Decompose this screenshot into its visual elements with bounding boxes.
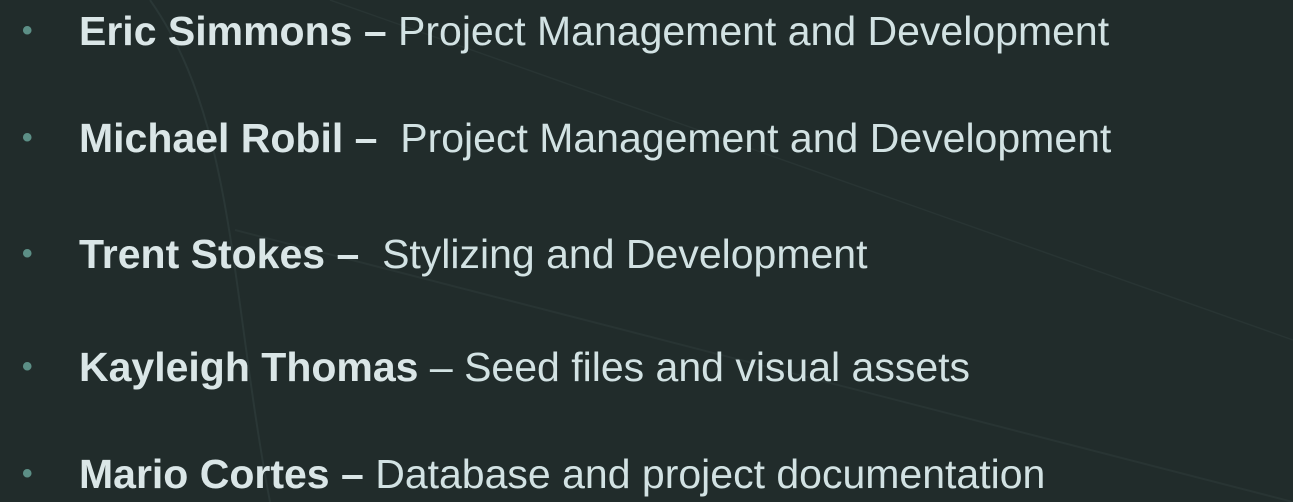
team-member-item: • Mario Cortes – Database and project do… <box>22 446 1045 502</box>
team-member-item: • Michael Robil – Project Management and… <box>22 110 1111 166</box>
member-name: Trent Stokes – <box>79 231 360 277</box>
member-name: Kayleigh Thomas <box>79 344 419 390</box>
bullet-dot-icon: • <box>22 237 33 270</box>
team-member-item: • Eric Simmons – Project Management and … <box>22 3 1109 59</box>
member-role: Database and project documentation <box>363 451 1046 497</box>
team-member-item: • Trent Stokes – Stylizing and Developme… <box>22 226 868 282</box>
team-member-item: • Kayleigh Thomas – Seed files and visua… <box>22 339 970 395</box>
member-role: Project Management and Development <box>377 115 1112 161</box>
team-member-list: • Eric Simmons – Project Management and … <box>0 0 1293 502</box>
bullet-dot-icon: • <box>22 121 33 154</box>
member-role: Project Management and Development <box>386 8 1110 54</box>
member-role: Stylizing and Development <box>359 231 868 277</box>
bullet-dot-icon: • <box>22 457 33 490</box>
bullet-dot-icon: • <box>22 350 33 383</box>
bullet-dot-icon: • <box>22 14 33 47</box>
member-name: Mario Cortes – <box>79 451 364 497</box>
member-role: – Seed files and visual assets <box>418 344 971 390</box>
member-name: Michael Robil – <box>79 115 378 161</box>
member-name: Eric Simmons – <box>79 8 387 54</box>
